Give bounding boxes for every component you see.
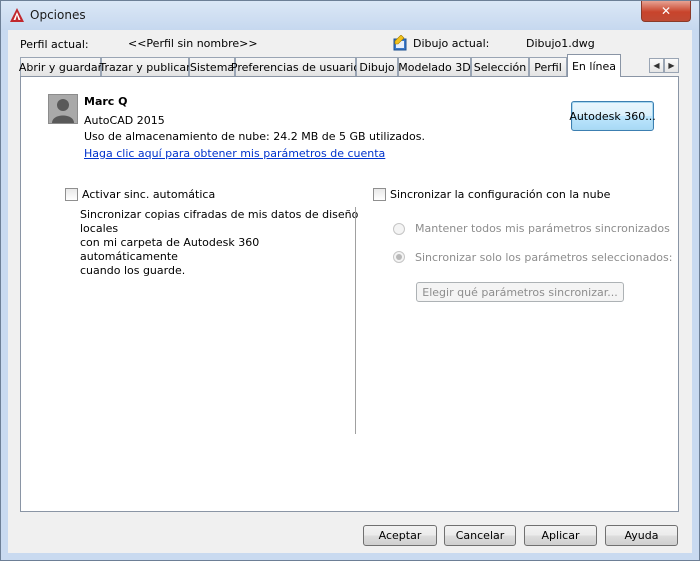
help-button[interactable]: Ayuda bbox=[605, 525, 678, 546]
profile-label: Perfil actual: bbox=[20, 38, 89, 51]
account-settings-link[interactable]: Haga clic aquí para obtener mis parámetr… bbox=[84, 147, 385, 160]
sync-selected-radio[interactable] bbox=[393, 251, 405, 263]
tab-seleccion[interactable]: Selección bbox=[471, 57, 529, 76]
avatar bbox=[48, 94, 78, 124]
storage-usage: Uso de almacenamiento de nube: 24.2 MB d… bbox=[84, 130, 425, 143]
cancel-button[interactable]: Cancelar bbox=[444, 525, 516, 546]
close-button[interactable]: ✕ bbox=[641, 1, 691, 22]
sync-settings-label[interactable]: Sincronizar la configuración con la nube bbox=[390, 188, 610, 201]
autodesk-360-button[interactable]: Autodesk 360... bbox=[569, 101, 656, 131]
tab-sistema[interactable]: Sistema bbox=[189, 57, 235, 76]
arrow-left-icon: ◀ bbox=[653, 61, 660, 70]
drawing-value: Dibujo1.dwg bbox=[526, 37, 595, 50]
title-bar[interactable]: Opciones ✕ bbox=[1, 1, 699, 30]
description-line: cuando los guarde. bbox=[80, 264, 186, 277]
product-name: AutoCAD 2015 bbox=[84, 114, 165, 127]
autocad-logo-icon bbox=[10, 8, 24, 22]
tab-en-linea[interactable]: En línea bbox=[567, 54, 621, 77]
tab-scroll-left-button[interactable]: ◀ bbox=[649, 58, 664, 73]
drawing-label: Dibujo actual: bbox=[413, 37, 490, 50]
sync-selected-label[interactable]: Sincronizar solo los parámetros seleccio… bbox=[415, 251, 672, 264]
apply-button[interactable]: Aplicar bbox=[524, 525, 597, 546]
description-line: Sincronizar copias cifradas de mis datos… bbox=[80, 208, 359, 235]
arrow-right-icon: ▶ bbox=[668, 61, 675, 70]
tab-trazar-y-publicar[interactable]: Trazar y publicar bbox=[99, 57, 191, 76]
auto-sync-checkbox[interactable] bbox=[65, 188, 78, 201]
tab-perfil[interactable]: Perfil bbox=[529, 57, 567, 76]
drawing-file-icon bbox=[393, 35, 407, 51]
sync-all-label[interactable]: Mantener todos mis parámetros sincroniza… bbox=[415, 222, 670, 235]
account-name: Marc Q bbox=[84, 95, 128, 108]
tab-scroll-right-button[interactable]: ▶ bbox=[664, 58, 679, 73]
user-silhouette-icon bbox=[49, 95, 77, 123]
window-title: Opciones bbox=[30, 8, 86, 22]
column-divider bbox=[355, 207, 356, 434]
sync-settings-checkbox[interactable] bbox=[373, 188, 386, 201]
description-line: con mi carpeta de Autodesk 360 automátic… bbox=[80, 236, 260, 263]
profile-value: <<Perfil sin nombre>> bbox=[128, 37, 258, 50]
tab-dibujo[interactable]: Dibujo bbox=[356, 57, 398, 76]
auto-sync-label[interactable]: Activar sinc. automática bbox=[82, 188, 215, 201]
close-icon: ✕ bbox=[660, 4, 672, 18]
choose-settings-button[interactable]: Elegir qué parámetros sincronizar... bbox=[416, 282, 624, 302]
accept-button[interactable]: Aceptar bbox=[363, 525, 437, 546]
sync-all-radio[interactable] bbox=[393, 223, 405, 235]
tab-preferencias-de-usuario[interactable]: Preferencias de usuario bbox=[231, 57, 360, 76]
tab-modelado-3d[interactable]: Modelado 3D bbox=[398, 57, 471, 76]
auto-sync-description: Sincronizar copias cifradas de mis datos… bbox=[80, 208, 360, 278]
tab-abrir-y-guardar[interactable]: Abrir y guardar bbox=[19, 57, 102, 76]
